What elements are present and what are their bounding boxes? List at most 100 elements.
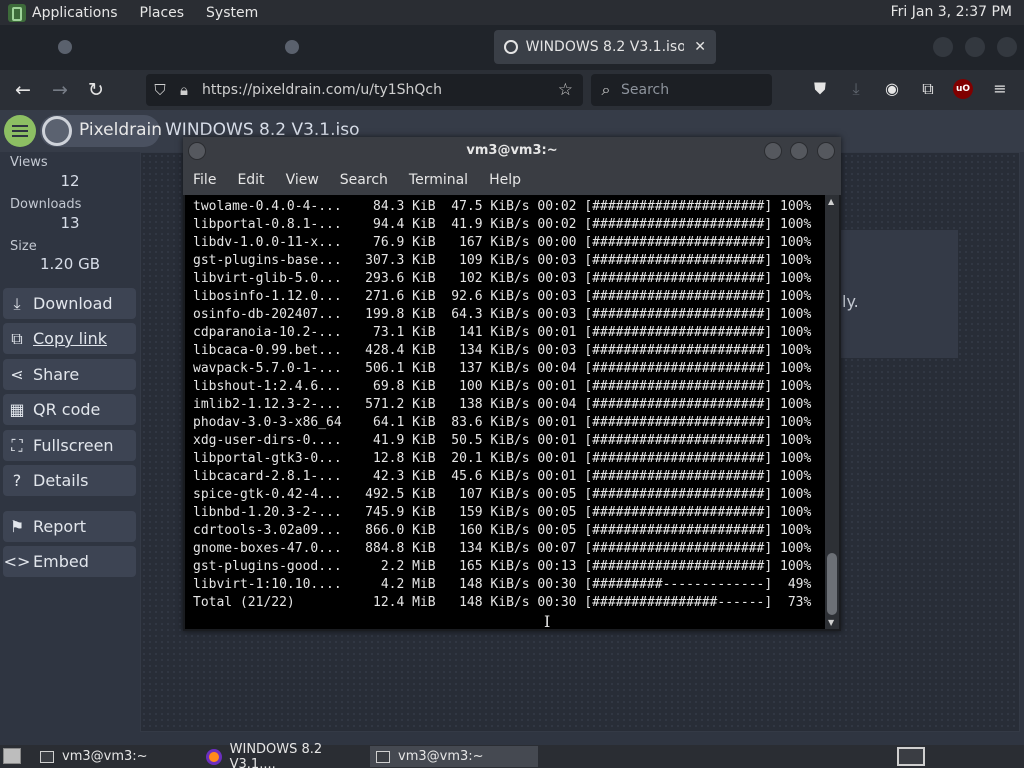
pixeldrain-logo-icon[interactable]: [42, 116, 72, 146]
close-window-button[interactable]: [997, 37, 1017, 57]
browser-tab-strip: WINDOWS 8.2 V3.1.iso ~ pi ✕: [0, 25, 1024, 70]
account-icon[interactable]: ◉: [881, 79, 903, 101]
tab-favicon-icon: [58, 40, 72, 54]
terminal-menubar: File Edit View Search Terminal Help: [183, 165, 841, 195]
copy-link-button[interactable]: ⧉ Copy link: [3, 323, 136, 354]
terminal-line: cdparanoia-10.2-... 73.1 KiB 141 KiB/s 0…: [193, 325, 812, 340]
embed-button[interactable]: <> Embed: [3, 546, 136, 577]
file-sidebar: Views 12 Downloads 13 Size 1.20 GB ⤓ Dow…: [0, 152, 140, 745]
views-label: Views: [10, 155, 48, 170]
qr-code-icon: ▦: [9, 400, 25, 419]
qr-code-label: QR code: [33, 400, 101, 419]
browser-tab[interactable]: [48, 30, 228, 64]
system-logo-icon[interactable]: [8, 3, 26, 22]
places-menu[interactable]: Places: [140, 5, 185, 21]
terminal-line: wavpack-5.7.0-1-... 506.1 KiB 137 KiB/s …: [193, 361, 812, 376]
menu-help[interactable]: Help: [489, 172, 521, 188]
close-button[interactable]: [817, 142, 835, 160]
download-button[interactable]: ⤓ Download: [3, 288, 136, 319]
download-icon[interactable]: ⤓: [845, 79, 867, 101]
views-value: 12: [60, 172, 80, 190]
taskbar-item-firefox[interactable]: WINDOWS 8.2 V3.1....: [200, 742, 367, 768]
show-desktop-icon[interactable]: [3, 748, 21, 764]
ublock-origin-icon[interactable]: uO: [953, 79, 973, 99]
terminal-line: gnome-boxes-47.0... 884.8 KiB 134 KiB/s …: [193, 541, 812, 556]
details-label: Details: [33, 471, 89, 490]
firefox-icon: [206, 748, 222, 765]
terminal-scrollbar[interactable]: ▲ ▼: [825, 195, 839, 629]
minimize-window-button[interactable]: [933, 37, 953, 57]
details-button[interactable]: ? Details: [3, 465, 136, 496]
embed-label: Embed: [33, 552, 89, 571]
size-label: Size: [10, 239, 37, 254]
close-tab-icon[interactable]: ✕: [694, 39, 706, 55]
app-menu-icon[interactable]: ≡: [989, 79, 1011, 101]
terminal-line: libshout-1:2.4.6... 69.8 KiB 100 KiB/s 0…: [193, 379, 812, 394]
scroll-up-icon[interactable]: ▲: [828, 197, 834, 206]
taskbar-label: vm3@vm3:~: [62, 749, 148, 764]
terminal-line: cdrtools-3.02a09... 866.0 KiB 160 KiB/s …: [193, 523, 812, 538]
report-label: Report: [33, 517, 87, 536]
workspace-switcher[interactable]: [897, 747, 925, 766]
terminal-icon: [40, 750, 54, 763]
menu-terminal[interactable]: Terminal: [409, 172, 468, 188]
browser-tab[interactable]: [275, 30, 475, 64]
scroll-down-icon[interactable]: ▼: [828, 618, 834, 627]
url-text[interactable]: https://pixeldrain.com/u/ty1ShQch: [202, 82, 442, 98]
url-bar[interactable]: ⛉ 🔒︎ https://pixeldrain.com/u/ty1ShQch ☆: [146, 74, 583, 106]
maximize-button[interactable]: [790, 142, 808, 160]
terminal-line: gst-plugins-good... 2.2 MiB 165 KiB/s 00…: [193, 559, 812, 574]
search-input[interactable]: ⌕ Search: [591, 74, 772, 106]
file-info-text: ly.: [842, 292, 859, 311]
navigation-bar: ← → ↻ ⛉ 🔒︎ https://pixeldrain.com/u/ty1S…: [0, 70, 1024, 110]
forward-button[interactable]: →: [43, 73, 77, 107]
shield-icon[interactable]: ⛉: [148, 81, 172, 99]
fullscreen-button[interactable]: ⛶ Fullscreen: [3, 430, 136, 461]
taskbar-label: vm3@vm3:~: [398, 749, 484, 764]
copy-link-label: Copy link: [33, 329, 107, 348]
taskbar-item-terminal-active[interactable]: vm3@vm3:~: [370, 746, 538, 767]
taskbar-item-terminal[interactable]: vm3@vm3:~: [34, 746, 197, 767]
fullscreen-label: Fullscreen: [33, 436, 114, 455]
hamburger-menu-button[interactable]: [4, 115, 36, 147]
menu-edit[interactable]: Edit: [237, 172, 264, 188]
terminal-titlebar[interactable]: vm3@vm3:~: [183, 137, 841, 165]
bookmark-star-icon[interactable]: ☆: [558, 80, 573, 100]
terminal-line: libvirt-1:10.10.... 4.2 MiB 148 KiB/s 00…: [193, 577, 812, 592]
system-menu[interactable]: System: [206, 5, 258, 21]
qr-code-button[interactable]: ▦ QR code: [3, 394, 136, 425]
extensions-icon[interactable]: ⧉: [917, 79, 939, 101]
applications-menu[interactable]: Applications: [32, 5, 118, 21]
report-button[interactable]: ⚑ Report: [3, 511, 136, 542]
terminal-line: Total (21/22) 12.4 MiB 148 KiB/s 00:30 […: [193, 595, 812, 610]
search-icon: ⌕: [601, 80, 611, 99]
flag-icon: ⚑: [9, 517, 25, 536]
menu-search[interactable]: Search: [340, 172, 388, 188]
brand-name[interactable]: Pixeldrain: [79, 120, 162, 140]
clock[interactable]: Fri Jan 3, 2:37 PM: [891, 4, 1012, 20]
share-button[interactable]: ⋖ Share: [3, 359, 136, 390]
tab-title: WINDOWS 8.2 V3.1.iso ~ pi: [525, 39, 685, 55]
back-button[interactable]: ←: [6, 73, 40, 107]
terminal-line: libdv-1.0.0-11-x... 76.9 KiB 167 KiB/s 0…: [193, 235, 812, 250]
menu-file[interactable]: File: [193, 172, 216, 188]
scrollbar-thumb[interactable]: [827, 553, 837, 615]
taskbar-label: WINDOWS 8.2 V3.1....: [229, 741, 323, 768]
share-icon: ⋖: [10, 365, 24, 384]
lock-icon[interactable]: 🔒︎: [172, 81, 196, 99]
terminal-output[interactable]: twolame-0.4.0-4-... 84.3 KiB 47.5 KiB/s …: [185, 195, 825, 629]
window-menu-button[interactable]: [188, 142, 206, 160]
maximize-window-button[interactable]: [965, 37, 985, 57]
terminal-window[interactable]: vm3@vm3:~ File Edit View Search Terminal…: [183, 137, 841, 631]
reload-button[interactable]: ↻: [79, 73, 113, 107]
terminal-line: libportal-0.8.1-... 94.4 KiB 41.9 KiB/s …: [193, 217, 812, 232]
terminal-line: osinfo-db-202407... 199.8 KiB 64.3 KiB/s…: [193, 307, 812, 322]
browser-tab-active[interactable]: WINDOWS 8.2 V3.1.iso ~ pi ✕: [494, 30, 716, 64]
menu-view[interactable]: View: [286, 172, 319, 188]
pocket-icon[interactable]: ⛊: [809, 79, 831, 101]
terminal-line: phodav-3.0-3-x86_64 64.1 KiB 83.6 KiB/s …: [193, 415, 812, 430]
download-icon: ⤓: [13, 293, 21, 313]
terminal-icon: [376, 750, 390, 763]
text-cursor-icon: I: [544, 612, 551, 631]
minimize-button[interactable]: [764, 142, 782, 160]
